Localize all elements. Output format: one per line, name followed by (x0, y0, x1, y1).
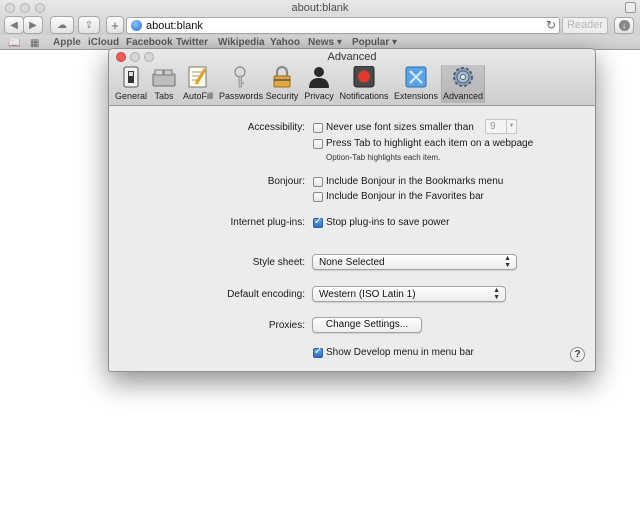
accessibility-label: Accessibility: (247, 122, 305, 133)
chevron-down-icon: ▼ (506, 120, 516, 133)
downloads-button[interactable]: ↓ (614, 17, 634, 34)
bookmark-icloud[interactable]: iCloud (88, 37, 119, 48)
preferences-title: Advanced (327, 51, 377, 63)
style-sheet-popup[interactable]: None Selected ▲ ▼ (312, 254, 517, 270)
bonjour-favorites-bar-label: Include Bonjour in the Favorites bar (326, 191, 484, 202)
download-icon: ↓ (618, 20, 630, 31)
default-encoding-popup[interactable]: Western (ISO Latin 1) ▲ ▼ (312, 286, 506, 302)
bookmark-folder-popular[interactable]: Popular ▾ (352, 37, 397, 48)
tab-general[interactable]: General (114, 65, 148, 103)
tab-label: General (114, 91, 148, 101)
person-icon (306, 66, 332, 88)
tab-label: Tabs (154, 91, 174, 101)
back-button[interactable]: ◀ (4, 16, 24, 34)
address-text: about:blank (146, 20, 203, 32)
tab-notifications[interactable]: Notifications (338, 65, 390, 103)
bonjour-bookmarks-menu-checkbox[interactable] (313, 177, 323, 187)
tab-privacy[interactable]: Privacy (302, 65, 336, 103)
tab-tabs[interactable]: Tabs (150, 65, 178, 103)
puzzle-icon (403, 66, 429, 88)
default-encoding-label: Default encoding: (227, 289, 305, 300)
tab-label: Security (265, 91, 299, 101)
stop-plugins-checkbox[interactable] (313, 216, 323, 228)
tab-label: Advanced (442, 91, 484, 101)
show-develop-menu-checkbox[interactable] (313, 346, 323, 358)
new-tab-button[interactable]: + (106, 16, 124, 34)
tab-autofill[interactable]: AutoFill (181, 65, 215, 103)
gear-icon (450, 66, 476, 88)
preferences-toolbar: Advanced General Tabs AutoFill Passwords… (109, 49, 595, 106)
icloud-tabs-button[interactable]: ☁ (50, 16, 74, 34)
forward-button[interactable]: ▶ (23, 16, 43, 34)
reload-icon[interactable]: ↻ (546, 18, 556, 32)
fullscreen-button[interactable] (625, 2, 636, 13)
notification-icon (351, 65, 377, 88)
cloud-icon: ☁ (57, 19, 67, 31)
share-icon: ⇪ (84, 19, 94, 31)
tab-passwords[interactable]: Passwords (219, 65, 264, 103)
lock-icon (269, 65, 295, 88)
bonjour-bookmarks-menu-label: Include Bonjour in the Bookmarks menu (326, 176, 504, 187)
tab-label: Privacy (304, 91, 334, 101)
bookmark-wikipedia[interactable]: Wikipedia (218, 37, 265, 48)
proxies-label: Proxies: (268, 320, 305, 331)
reader-button[interactable]: Reader (562, 17, 608, 34)
bonjour-label: Bonjour: (267, 176, 305, 187)
stop-plugins-label: Stop plug-ins to save power (326, 217, 450, 228)
tab-extensions[interactable]: Extensions (394, 65, 438, 103)
globe-icon (131, 20, 142, 31)
internet-plugins-label: Internet plug-ins: (230, 217, 306, 228)
tab-highlight-checkbox[interactable] (313, 139, 323, 149)
browser-window-title: about:blank (291, 2, 349, 14)
tab-security[interactable]: Security (264, 65, 300, 103)
default-encoding-value: Western (ISO Latin 1) (319, 289, 416, 300)
style-sheet-value: None Selected (319, 257, 385, 268)
share-button[interactable]: ⇪ (78, 16, 100, 34)
min-font-size-checkbox[interactable] (313, 123, 323, 133)
open-book-icon[interactable]: 📖 (8, 38, 20, 49)
min-font-size-label: Never use font sizes smaller than (326, 122, 474, 133)
top-sites-grid-icon[interactable]: ▦ (30, 38, 39, 49)
address-bar[interactable]: about:blank ↻ (126, 17, 560, 34)
bookmark-folder-news[interactable]: News ▾ (308, 37, 342, 48)
tab-label: Extensions (394, 91, 439, 101)
bookmark-facebook[interactable]: Facebook (126, 37, 173, 48)
browser-toolbar: ◀ ▶ ☁ ⇪ + about:blank ↻ Reader ↓ (0, 15, 640, 35)
option-tab-hint: Option-Tab highlights each item. (326, 153, 441, 162)
tab-label: Passwords (219, 91, 264, 101)
tab-label: AutoFill (182, 91, 213, 101)
general-switch-icon (118, 66, 144, 88)
tab-highlight-label: Press Tab to highlight each item on a we… (326, 138, 534, 149)
tab-label: Notifications (339, 91, 389, 101)
browser-titlebar: about:blank (0, 0, 640, 15)
updown-chevron-icon: ▲ ▼ (504, 255, 511, 269)
show-develop-menu-label: Show Develop menu in menu bar (326, 347, 474, 358)
tabs-icon (151, 66, 177, 88)
help-button[interactable]: ? (570, 347, 585, 362)
key-icon (227, 66, 253, 88)
style-sheet-label: Style sheet: (252, 257, 305, 268)
bookmark-twitter[interactable]: Twitter (176, 37, 208, 48)
bookmark-apple[interactable]: Apple (53, 37, 81, 48)
change-settings-button[interactable]: Change Settings... (312, 317, 422, 333)
plus-icon: + (111, 17, 119, 33)
min-font-size-select[interactable]: 9 ▼ (485, 119, 517, 134)
forward-arrow-icon: ▶ (29, 19, 37, 31)
updown-chevron-icon: ▲ ▼ (493, 287, 500, 301)
bonjour-favorites-bar-checkbox[interactable] (313, 192, 323, 202)
min-font-size-value: 9 (490, 121, 496, 132)
autofill-icon (185, 66, 211, 88)
back-arrow-icon: ◀ (10, 19, 18, 31)
bookmark-yahoo[interactable]: Yahoo (270, 37, 300, 48)
preferences-window: Advanced General Tabs AutoFill Passwords… (108, 48, 596, 372)
tab-advanced[interactable]: Advanced (441, 65, 485, 103)
